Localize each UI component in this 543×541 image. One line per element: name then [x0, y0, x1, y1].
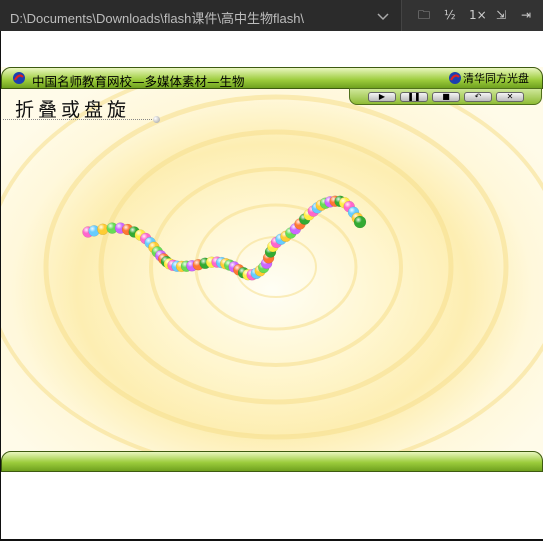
flash-footer-bar: [1, 451, 543, 472]
bead-highlight: [354, 216, 366, 228]
